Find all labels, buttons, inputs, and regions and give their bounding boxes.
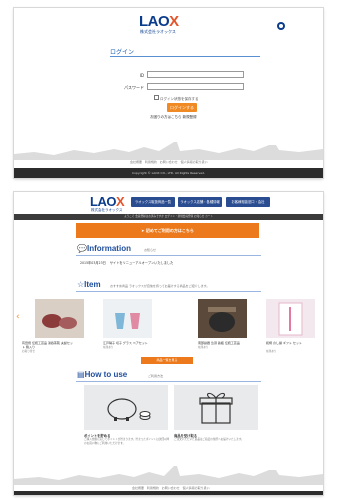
section-divider [76, 291, 261, 292]
checkbox-icon[interactable] [154, 95, 159, 100]
speech-bubble-icon: 💬 [77, 244, 87, 253]
information-subtitle: お知らせ [144, 248, 156, 252]
piggy-bank-icon [107, 398, 151, 421]
product-status: お取り寄せ [22, 350, 35, 353]
nav-button-support[interactable]: お客様相談窓口・会社 [226, 197, 270, 207]
how-to-use-heading: ▤How to use [77, 370, 128, 379]
first-time-banner[interactable]: ➤ 初めてご利用の方はこちら [76, 223, 259, 238]
footer-link[interactable]: お問い合わせ [160, 160, 178, 164]
footer-link[interactable]: 利用規約 [147, 486, 159, 490]
footer-link[interactable]: 会社概要 [132, 486, 144, 490]
product-title[interactable]: 有田焼 伝統工芸品 湯呑茶碗 夫婦セット 箱入り [22, 341, 74, 349]
how-to-step-card[interactable] [174, 385, 258, 430]
password-label: パスワード [124, 85, 144, 90]
product-title[interactable]: 和柄 のし袋 ギフト セット [266, 341, 318, 345]
product-image-envelope[interactable] [266, 299, 315, 338]
how-to-step-text: ご注文いただいた商品はご指定の住所へお届けいたします。 [174, 438, 244, 441]
news-item[interactable]: 2015年03月23日 サイトをリニューアルオープンいたしました [80, 260, 173, 265]
password-input[interactable] [147, 83, 244, 90]
globe-icon[interactable] [277, 22, 285, 30]
gift-box-icon [199, 392, 233, 424]
id-input[interactable] [147, 71, 244, 78]
product-image-teacups[interactable] [35, 299, 84, 338]
news-text[interactable]: サイトをリニューアルオープンいたしました [110, 261, 173, 265]
banner-text: 初めてご利用の方はこちら [145, 228, 194, 233]
book-icon: ▤ [77, 370, 85, 379]
section-divider [76, 381, 261, 382]
member-strip[interactable]: ようこそ 会員登録はお済みですか ログイン・新規会員登録 お知らせ カート [14, 214, 323, 220]
city-skyline-illustration [14, 466, 323, 485]
how-to-step-text: ご購入金額に応じてポイントが貯まります。貯まったポイントは次回以降のお買い物にご… [84, 438, 170, 445]
item-subtitle: おすすめ商品 ラオックスが自信を持ってお届けする商品をご紹介します。 [110, 284, 210, 288]
help-link[interactable]: お困りの方はこちら 新規登録 [150, 115, 197, 120]
footer-link[interactable]: 個人情報の取り扱い [183, 486, 210, 490]
item-heading: ☆Item [77, 280, 101, 289]
product-image-teapot[interactable] [198, 299, 247, 338]
footer-bar [14, 491, 323, 495]
arrow-right-icon: ➤ [141, 228, 145, 233]
login-page-screenshot: LAOX 株式会社ラオックス ログイン ID パスワード ログイン状態を保存する… [14, 8, 323, 178]
login-button[interactable]: ログインする [167, 103, 197, 112]
title-divider [110, 56, 260, 57]
nav-button-stores[interactable]: ラオックス店舗・各種情報 [178, 197, 222, 207]
how-to-step-card[interactable] [84, 385, 168, 430]
section-divider [76, 255, 261, 256]
top-page-screenshot: LAOX 株式会社ラオックス ラオックス取扱商品一覧 ラオックス店舗・各種情報 … [14, 192, 323, 495]
footer-link[interactable]: 利用規約 [145, 160, 157, 164]
copyright-bar: Copyright © LAOX CO., LTD. All Rights Re… [14, 168, 323, 178]
laox-logo[interactable]: LAOX [90, 194, 125, 209]
footer-links: 会社概要 利用規約 お問い合わせ 個人情報の取り扱い [132, 486, 210, 490]
page-title: ログイン [110, 49, 135, 56]
product-status: 在庫あり [266, 350, 277, 353]
product-status: 在庫あり [103, 346, 114, 349]
logo-subtitle: 株式会社ラオックス [140, 29, 176, 34]
remember-label: ログイン状態を保存する [160, 97, 199, 101]
carousel-prev-icon[interactable]: ‹ [16, 312, 20, 322]
information-heading: 💬Information [77, 244, 131, 253]
product-status: 在庫あり [198, 346, 209, 349]
footer-links: 会社概要 利用規約 お問い合わせ 個人情報の取り扱い [130, 160, 208, 164]
laox-logo[interactable]: LAOX [139, 13, 179, 30]
footer-link[interactable]: お問い合わせ [162, 486, 180, 490]
footer-link[interactable]: 会社概要 [130, 160, 142, 164]
view-all-products-button[interactable]: 商品一覧を見る [141, 357, 193, 364]
footer-link[interactable]: 個人情報の取り扱い [181, 160, 208, 164]
remember-login[interactable]: ログイン状態を保存する [154, 95, 199, 102]
product-image-glasses[interactable] [103, 299, 152, 338]
city-skyline-illustration [14, 142, 323, 160]
id-label: ID [139, 73, 144, 78]
news-date: 2015年03月23日 [80, 261, 106, 265]
nav-button-products[interactable]: ラオックス取扱商品一覧 [131, 197, 175, 207]
logo-subtitle: 株式会社ラオックス [91, 208, 123, 212]
how-to-use-subtitle: ご利用方法 [148, 374, 164, 378]
